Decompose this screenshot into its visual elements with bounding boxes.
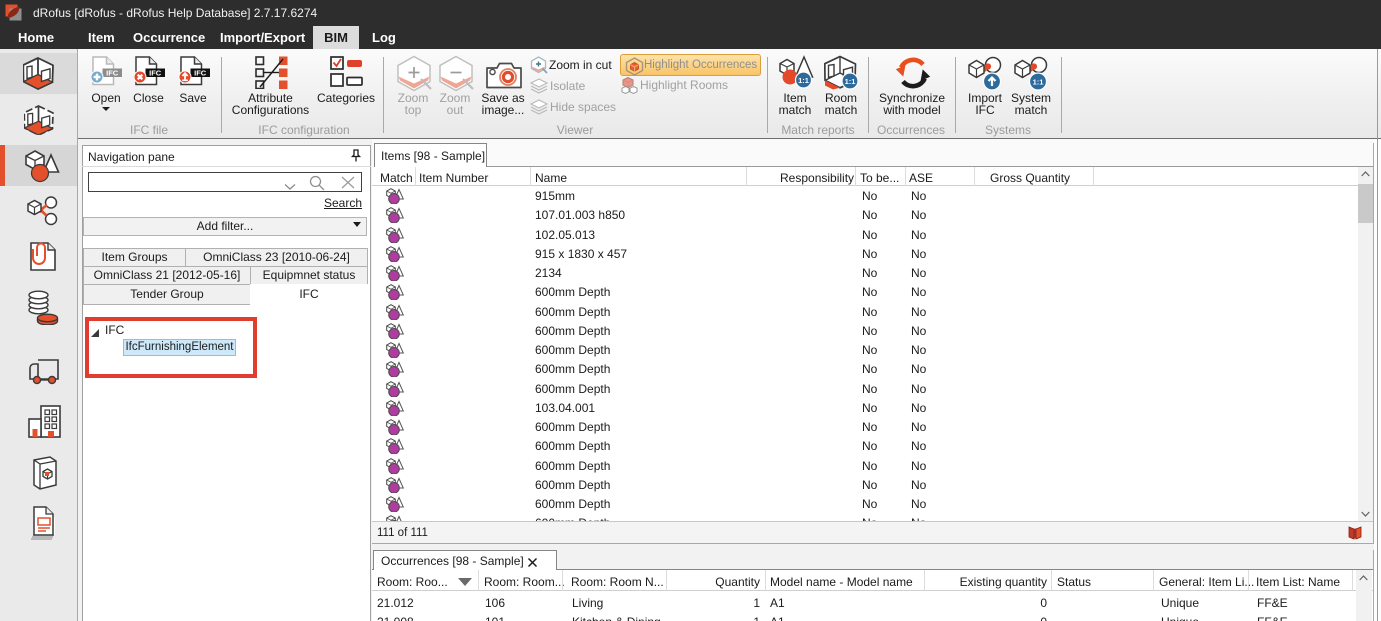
- svg-text:IFC: IFC: [149, 69, 162, 78]
- svg-text:1:1: 1:1: [1033, 78, 1044, 87]
- svg-text:IFC: IFC: [106, 69, 119, 78]
- svg-text:IFC: IFC: [194, 69, 207, 78]
- svg-text:1:1: 1:1: [798, 76, 809, 85]
- svg-text:1:1: 1:1: [845, 77, 856, 86]
